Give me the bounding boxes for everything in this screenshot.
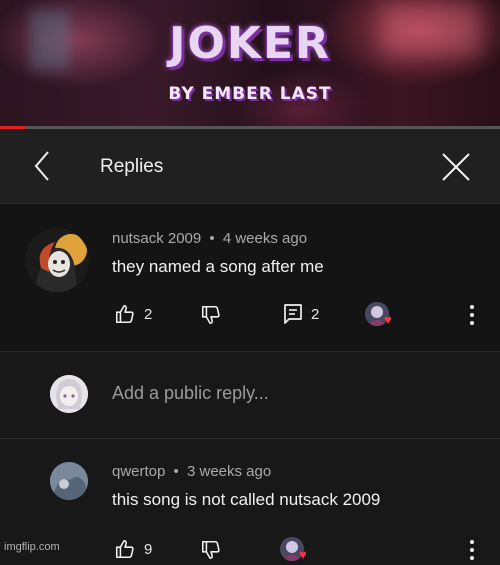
like-count: 2	[144, 305, 153, 323]
video-subtitle-art: BY EMBER LAST	[168, 84, 332, 104]
video-title-art: JOKER	[169, 18, 331, 69]
user-avatar-image	[50, 375, 88, 413]
reply-input[interactable]: Add a public reply...	[112, 383, 269, 404]
dislike-button[interactable]	[200, 304, 222, 326]
close-icon	[442, 153, 470, 181]
like-count: 9	[144, 540, 153, 558]
comment-author[interactable]: qwertop	[112, 463, 165, 480]
comment-actions: 9 ♥	[0, 535, 500, 565]
avatar[interactable]	[25, 228, 89, 292]
comment-text: they named a song after me	[112, 257, 324, 276]
avatar-image	[25, 228, 89, 292]
reply-composer: Add a public reply...	[0, 352, 500, 439]
heart-icon: ♥	[384, 312, 392, 327]
meta-separator: •	[173, 463, 179, 480]
comment: qwertop • 3 weeks ago this song is not c…	[0, 439, 500, 562]
more-vertical-icon	[470, 305, 474, 325]
page-title: Replies	[100, 156, 164, 177]
like-button[interactable]: 2	[114, 303, 152, 325]
reply-button[interactable]: 2	[283, 303, 319, 325]
current-user-avatar	[50, 375, 88, 413]
comment-actions: 2 2 ♥	[0, 300, 500, 330]
heart-icon: ♥	[299, 547, 307, 562]
video-player[interactable]: JOKER BY EMBER LAST	[0, 0, 500, 128]
avatar-image	[50, 462, 88, 500]
thumbs-up-icon	[115, 539, 134, 559]
comment-time: 4 weeks ago	[222, 230, 308, 247]
comment-text: this song is not called nutsack 2009	[112, 490, 381, 509]
like-button[interactable]: 9	[114, 538, 152, 560]
back-button[interactable]	[28, 149, 60, 183]
watermark: imgflip.com	[4, 541, 60, 553]
comment-author[interactable]: nutsack 2009	[112, 230, 201, 247]
more-options-button[interactable]	[468, 304, 476, 326]
close-button[interactable]	[438, 149, 474, 185]
replies-header: Replies	[0, 129, 500, 204]
thumbs-down-icon	[201, 305, 220, 325]
comment-meta: nutsack 2009 • 4 weeks ago	[112, 230, 307, 247]
meta-separator: •	[209, 230, 215, 247]
chevron-left-icon	[34, 151, 49, 181]
reply-count: 2	[311, 305, 320, 323]
comment-time: 3 weeks ago	[186, 463, 272, 480]
comment: nutsack 2009 • 4 weeks ago they named a …	[0, 204, 500, 352]
thumbs-up-icon	[115, 304, 134, 324]
reply-comment-icon	[284, 304, 302, 324]
avatar[interactable]	[50, 462, 88, 500]
comment-meta: qwertop • 3 weeks ago	[112, 463, 271, 480]
